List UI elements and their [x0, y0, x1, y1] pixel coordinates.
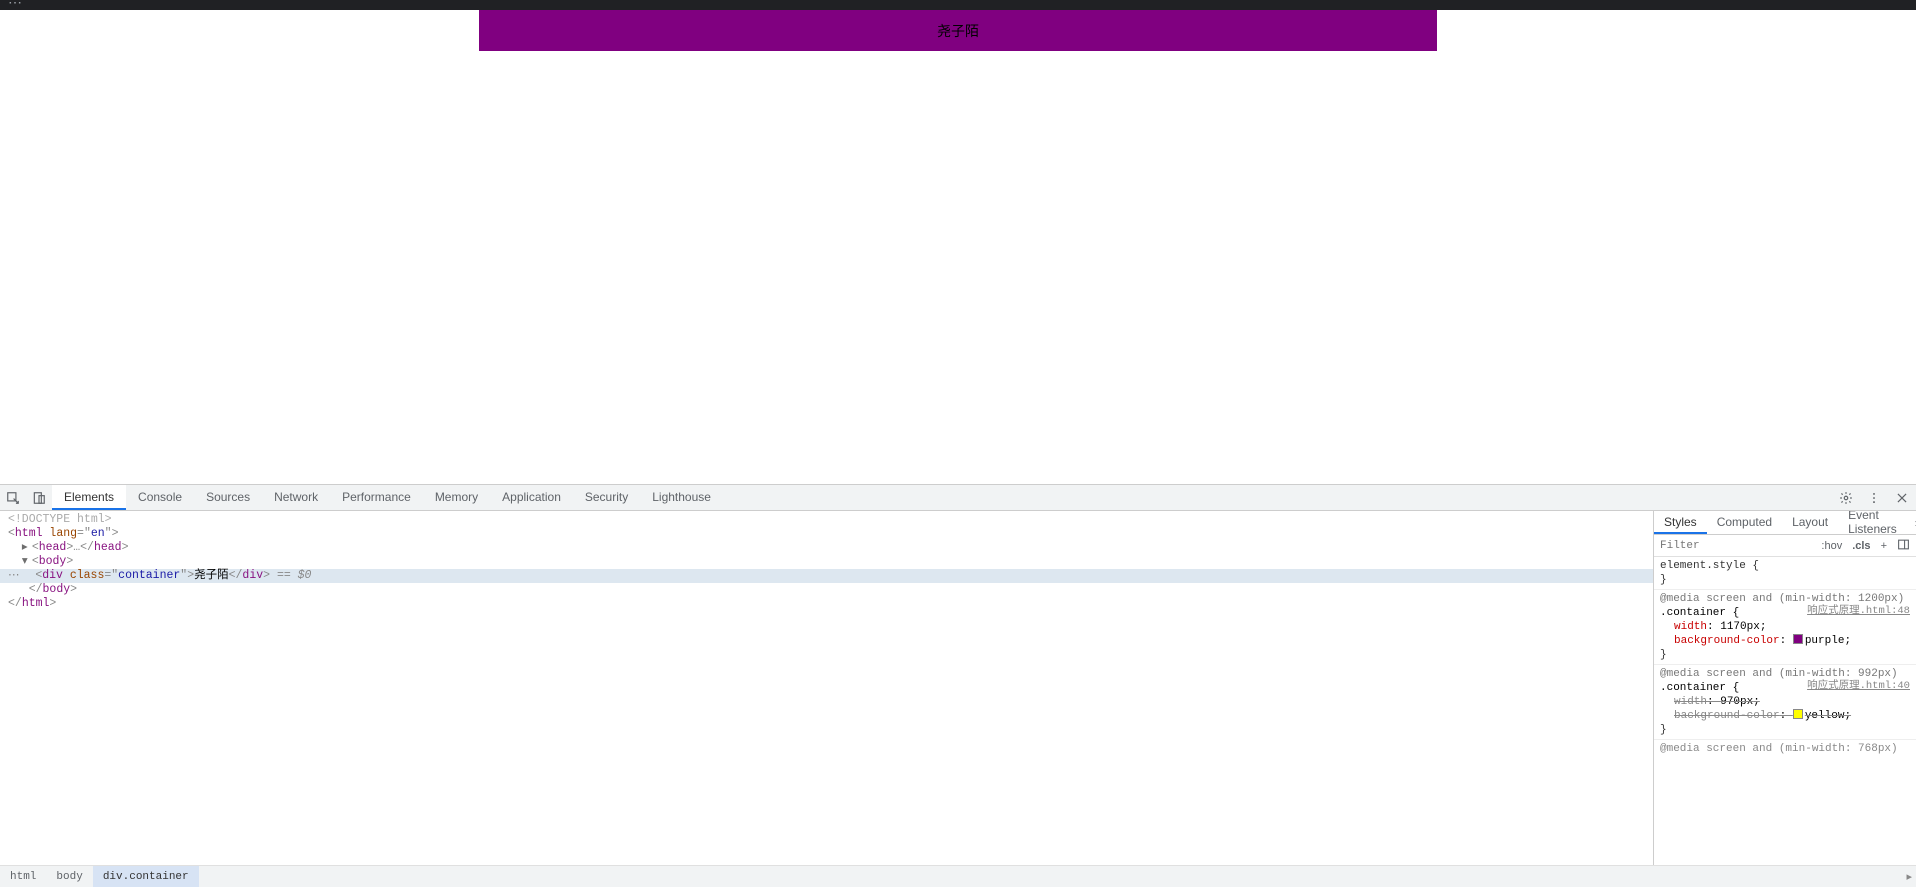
elements-breadcrumb: htmlbodydiv.container ▸: [0, 865, 1916, 887]
toggle-sidebar-icon[interactable]: [1895, 538, 1912, 554]
inspect-icon[interactable]: [0, 485, 26, 510]
dom-html-open[interactable]: <html lang="en">: [0, 527, 1653, 541]
page-container-text: 尧子陌: [937, 21, 979, 41]
devtools-tab-elements[interactable]: Elements: [52, 485, 126, 510]
rule-source-link[interactable]: 响应式原理.html:48: [1807, 604, 1910, 618]
new-rule-button[interactable]: +: [1879, 540, 1889, 552]
cls-toggle[interactable]: .cls: [1850, 540, 1872, 552]
breadcrumb-html[interactable]: html: [0, 866, 46, 887]
page-container: 尧子陌: [479, 10, 1437, 51]
css-rule-2[interactable]: @media screen and (min-width: 992px) .co…: [1654, 665, 1916, 740]
devtools-tab-network[interactable]: Network: [262, 485, 330, 510]
devtools-tab-lighthouse[interactable]: Lighthouse: [640, 485, 723, 510]
devtools: ElementsConsoleSourcesNetworkPerformance…: [0, 484, 1916, 887]
styles-toolbar: :hov .cls +: [1654, 535, 1916, 557]
dom-html-close[interactable]: </html>: [0, 597, 1653, 611]
styles-tab-layout[interactable]: Layout: [1782, 511, 1838, 534]
devtools-tab-console[interactable]: Console: [126, 485, 194, 510]
styles-rules[interactable]: element.style { } @media screen and (min…: [1654, 557, 1916, 865]
devtools-tab-memory[interactable]: Memory: [423, 485, 490, 510]
dom-doctype[interactable]: <!DOCTYPE html>: [0, 513, 1653, 527]
css-rule-1[interactable]: @media screen and (min-width: 1200px) .c…: [1654, 590, 1916, 665]
devtools-tab-performance[interactable]: Performance: [330, 485, 423, 510]
devtools-body: <!DOCTYPE html> <html lang="en"> ▸<head>…: [0, 511, 1916, 865]
breadcrumb-div-container[interactable]: div.container: [93, 866, 199, 887]
hov-toggle[interactable]: :hov: [1819, 540, 1844, 552]
color-swatch-icon[interactable]: [1793, 709, 1803, 719]
elements-panel: <!DOCTYPE html> <html lang="en"> ▸<head>…: [0, 511, 1654, 865]
settings-icon[interactable]: [1836, 491, 1856, 505]
close-devtools-icon[interactable]: [1892, 491, 1912, 505]
devtools-tab-sources[interactable]: Sources: [194, 485, 262, 510]
kebab-menu-icon[interactable]: [1864, 491, 1884, 505]
dom-selected-div[interactable]: ⋯ <div class="container">尧子陌</div> == $0: [0, 569, 1653, 583]
styles-filter-input[interactable]: [1658, 539, 1813, 553]
styles-tabs: StylesComputedLayoutEvent Listeners»: [1654, 511, 1916, 535]
devtools-tabs: ElementsConsoleSourcesNetworkPerformance…: [0, 485, 1916, 511]
styles-tab-event-listeners[interactable]: Event Listeners: [1838, 511, 1907, 534]
color-swatch-icon[interactable]: [1793, 634, 1803, 644]
css-rule-3-peek: @media screen and (min-width: 768px): [1654, 740, 1916, 756]
dom-body-close[interactable]: </body>: [0, 583, 1653, 597]
dom-tree[interactable]: <!DOCTYPE html> <html lang="en"> ▸<head>…: [0, 511, 1653, 865]
element-style-rule[interactable]: element.style { }: [1654, 557, 1916, 590]
rendered-page: 尧子陌: [0, 10, 1916, 484]
rule-source-link[interactable]: 响应式原理.html:40: [1807, 679, 1910, 693]
browser-toolbar: ⋯: [0, 0, 1916, 10]
breadcrumb-body[interactable]: body: [46, 866, 92, 887]
devtools-tab-application[interactable]: Application: [490, 485, 573, 510]
styles-tab-computed[interactable]: Computed: [1707, 511, 1782, 534]
styles-tab-styles[interactable]: Styles: [1654, 511, 1707, 534]
device-toggle-icon[interactable]: [26, 485, 52, 510]
styles-tabs-more-icon[interactable]: »: [1907, 511, 1916, 534]
devtools-tab-security[interactable]: Security: [573, 485, 640, 510]
chevron-right-icon[interactable]: ▸: [1906, 866, 1912, 887]
dom-body-open[interactable]: ▾<body>: [0, 555, 1653, 569]
styles-sidebar: StylesComputedLayoutEvent Listeners» :ho…: [1654, 511, 1916, 865]
dom-head[interactable]: ▸<head>…</head>: [0, 541, 1653, 555]
